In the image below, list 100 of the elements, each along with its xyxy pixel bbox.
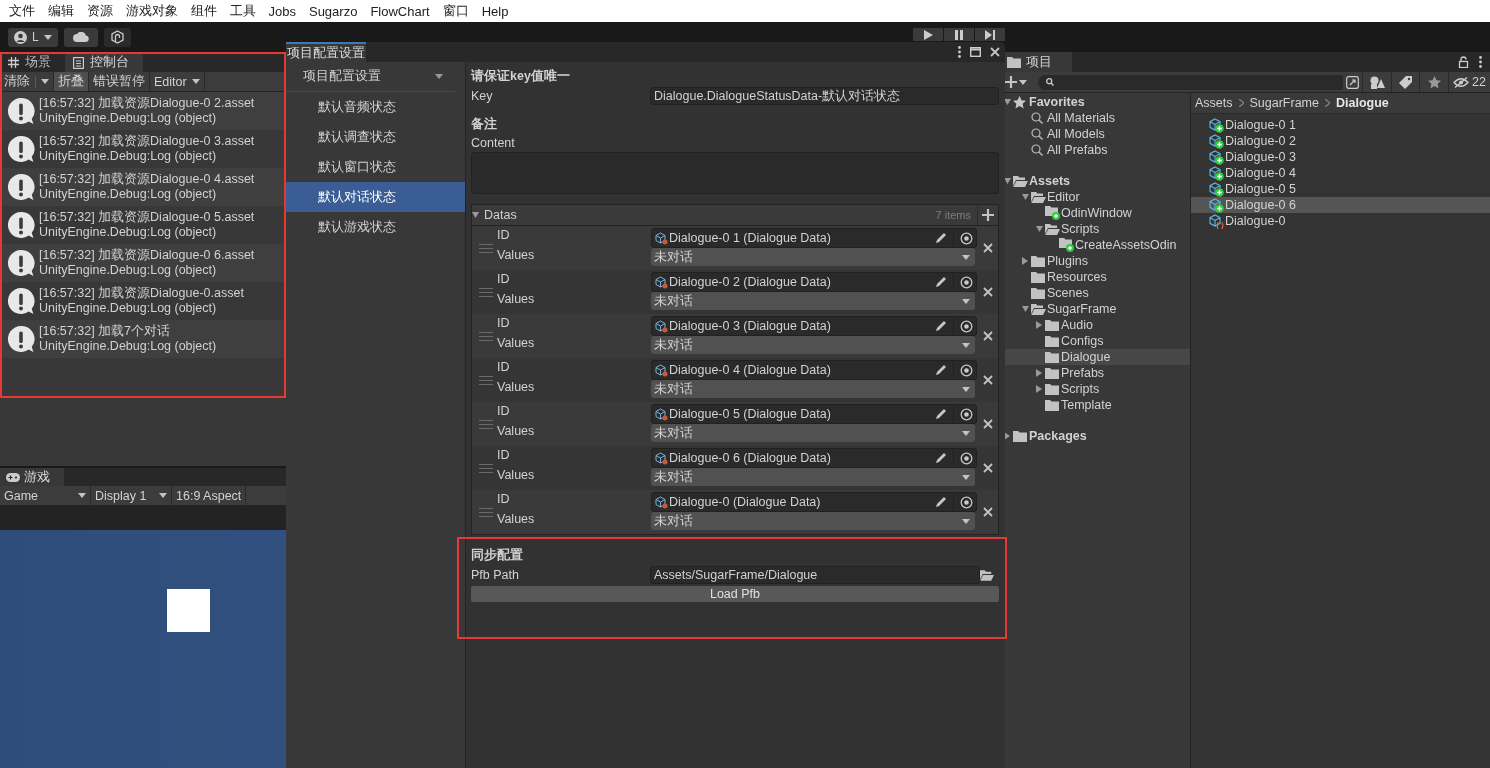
- target-icon[interactable]: [960, 451, 973, 465]
- more-options-icon[interactable]: [958, 46, 961, 58]
- panel-tab[interactable]: 场景: [0, 52, 65, 72]
- expand-arrow-icon[interactable]: [1036, 369, 1042, 377]
- menu-item[interactable]: 工具: [223, 2, 262, 20]
- tree-item[interactable]: All Models: [1005, 126, 1190, 142]
- remove-icon[interactable]: [982, 287, 993, 297]
- remove-icon[interactable]: [982, 507, 993, 517]
- settings-menu-item[interactable]: 默认调查状态: [286, 122, 465, 152]
- remove-icon[interactable]: [982, 375, 993, 385]
- object-field[interactable]: Dialogue-0 6 (Dialogue Data): [651, 448, 977, 468]
- tree-item[interactable]: SugarFrame: [1005, 301, 1190, 317]
- add-icon[interactable]: [982, 209, 994, 221]
- object-field[interactable]: Dialogue-0 (Dialogue Data): [651, 492, 977, 512]
- expand-arrow-icon[interactable]: [1035, 226, 1043, 232]
- object-field[interactable]: Dialogue-0 1 (Dialogue Data): [651, 228, 977, 248]
- more-options-icon[interactable]: [1479, 56, 1482, 68]
- pencil-icon[interactable]: [935, 496, 947, 508]
- hidden-packages-toggle[interactable]: 22: [1448, 72, 1490, 92]
- drag-handle-icon[interactable]: [479, 375, 493, 385]
- drag-handle-icon[interactable]: [479, 287, 493, 297]
- log-entry[interactable]: [16:57:32] 加载7个对话 UnityEngine.Debug:Log (object): [0, 320, 286, 358]
- tree-item[interactable]: Assets: [1005, 173, 1190, 189]
- expand-arrow-icon[interactable]: [1036, 321, 1042, 329]
- pencil-icon[interactable]: [935, 232, 947, 244]
- target-icon[interactable]: [960, 407, 973, 421]
- menu-item[interactable]: 窗口: [436, 2, 476, 20]
- expand-arrow-icon[interactable]: [1036, 385, 1042, 393]
- cloud-button[interactable]: [63, 27, 98, 47]
- expand-arrow-icon[interactable]: [1003, 178, 1011, 184]
- text-field[interactable]: Dialogue.DialogueStatusData-默认对话状态: [650, 87, 999, 105]
- star-icon[interactable]: [1427, 75, 1441, 89]
- shapes-icon[interactable]: [1369, 75, 1385, 89]
- tree-item[interactable]: Scripts: [1005, 381, 1190, 397]
- remove-icon[interactable]: [982, 331, 993, 341]
- target-icon[interactable]: [960, 495, 973, 509]
- tree-item[interactable]: OdinWindow: [1005, 205, 1190, 221]
- dropdown-button[interactable]: Editor: [150, 72, 205, 91]
- account-button[interactable]: L: [8, 27, 58, 47]
- target-icon[interactable]: [960, 231, 973, 245]
- drag-handle-icon[interactable]: [479, 463, 493, 473]
- dropdown-field[interactable]: 未对话: [651, 336, 975, 354]
- log-entry[interactable]: [16:57:32] 加载资源Dialogue-0 5.asset UnityEngine.Debug:Log (object): [0, 206, 286, 244]
- expand-arrow-icon[interactable]: [1003, 99, 1011, 105]
- tree-item[interactable]: Packages: [1005, 428, 1190, 444]
- search-field[interactable]: [1038, 74, 1344, 90]
- text-field[interactable]: Assets/SugarFrame/Dialogue: [650, 566, 980, 584]
- settings-menu-item[interactable]: 默认音频状态: [286, 92, 465, 122]
- tree-item[interactable]: Editor: [1005, 189, 1190, 205]
- collab-button[interactable]: [103, 27, 131, 47]
- tag-icon[interactable]: [1399, 75, 1413, 89]
- menu-item[interactable]: 游戏对象: [119, 2, 184, 20]
- tree-item[interactable]: Configs: [1005, 333, 1190, 349]
- dropdown-field[interactable]: 未对话: [651, 248, 975, 266]
- menu-item[interactable]: 组件: [184, 2, 223, 20]
- remove-icon[interactable]: [982, 419, 993, 429]
- dropdown-field[interactable]: 未对话: [651, 468, 975, 486]
- maximize-icon[interactable]: [970, 47, 981, 57]
- settings-menu-item[interactable]: 默认游戏状态: [286, 212, 465, 242]
- add-icon[interactable]: [1005, 76, 1017, 88]
- panel-tab[interactable]: 游戏: [0, 468, 64, 486]
- load-button[interactable]: Load Pfb: [471, 586, 999, 602]
- object-field[interactable]: Dialogue-0 2 (Dialogue Data): [651, 272, 977, 292]
- toggle-button[interactable]: 折叠: [54, 72, 89, 91]
- pencil-icon[interactable]: [935, 276, 947, 288]
- toggle-button[interactable]: 错误暂停: [89, 72, 150, 91]
- folder-icon[interactable]: [980, 569, 994, 581]
- target-icon[interactable]: [960, 319, 973, 333]
- settings-menu-item[interactable]: 默认对话状态: [286, 182, 465, 212]
- expand-arrow-icon[interactable]: [1022, 257, 1028, 265]
- breadcrumb-item[interactable]: Dialogue: [1336, 96, 1389, 110]
- pencil-icon[interactable]: [935, 452, 947, 464]
- menu-item[interactable]: Sugarzo: [302, 3, 364, 19]
- tree-item[interactable]: Scenes: [1005, 285, 1190, 301]
- drag-handle-icon[interactable]: [479, 243, 493, 253]
- menu-item[interactable]: Jobs: [262, 3, 303, 19]
- dropdown-field[interactable]: 未对话: [651, 424, 975, 442]
- close-icon[interactable]: [990, 47, 1000, 57]
- asset-item[interactable]: Dialogue-0 6: [1191, 197, 1490, 213]
- drag-handle-icon[interactable]: [479, 419, 493, 429]
- step-button[interactable]: [975, 28, 1005, 41]
- log-entry[interactable]: [16:57:32] 加载资源Dialogue-0.asset UnityEngine.Debug:Log (object): [0, 282, 286, 320]
- dropdown-field[interactable]: 未对话: [651, 292, 975, 310]
- menu-item[interactable]: Help: [475, 3, 515, 19]
- settings-menu-item[interactable]: 默认窗口状态: [286, 152, 465, 182]
- pencil-icon[interactable]: [935, 364, 947, 376]
- pause-button[interactable]: [944, 28, 974, 41]
- drag-handle-icon[interactable]: [479, 331, 493, 341]
- log-entry[interactable]: [16:57:32] 加载资源Dialogue-0 6.asset UnityEngine.Debug:Log (object): [0, 244, 286, 282]
- menu-item[interactable]: 文件: [2, 2, 41, 20]
- window-tab[interactable]: 项目配置设置: [286, 42, 366, 62]
- lock-icon[interactable]: [1458, 56, 1469, 68]
- expand-arrow-icon[interactable]: [472, 212, 479, 218]
- drag-handle-icon[interactable]: [479, 507, 493, 517]
- panel-tab[interactable]: 控制台: [65, 52, 143, 72]
- tree-item[interactable]: Audio: [1005, 317, 1190, 333]
- log-entry[interactable]: [16:57:32] 加载资源Dialogue-0 2.asset UnityEngine.Debug:Log (object): [0, 92, 286, 130]
- tree-item[interactable]: Dialogue: [1005, 349, 1190, 365]
- target-icon[interactable]: [960, 275, 973, 289]
- pencil-icon[interactable]: [935, 320, 947, 332]
